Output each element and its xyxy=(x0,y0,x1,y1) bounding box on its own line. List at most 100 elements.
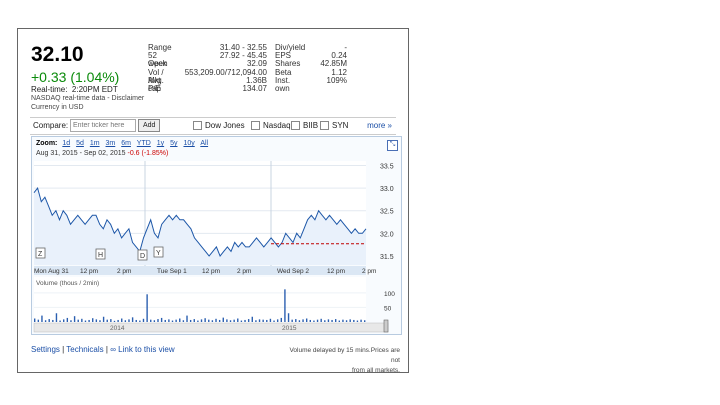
settings-link[interactable]: Settings xyxy=(31,345,60,354)
volume-bar xyxy=(229,320,232,322)
stat-value: 134.07 xyxy=(242,83,267,93)
realtime-info: Real-time: 2:20PM EDT NASDAQ real-time d… xyxy=(31,85,144,112)
ticker-input[interactable] xyxy=(70,119,136,132)
y-tick-label: 33.5 xyxy=(380,164,394,171)
volume-bar xyxy=(208,319,210,322)
checkbox-icon[interactable] xyxy=(320,121,329,131)
y-tick-label: 32.5 xyxy=(380,209,394,216)
volume-bar xyxy=(128,319,130,322)
volume-bar xyxy=(102,316,105,322)
price-change: +0.33 (1.04%) xyxy=(31,69,120,85)
volume-bar xyxy=(222,317,224,322)
y-tick-label: 31.5 xyxy=(380,254,394,261)
volume-bar xyxy=(280,317,282,322)
x-tick-label: 2 pm xyxy=(237,268,251,275)
volume-bar xyxy=(168,319,170,322)
x-tick-label: 12 pm xyxy=(202,268,220,275)
volume-bar xyxy=(345,320,348,322)
volume-bar xyxy=(70,320,72,322)
volume-bar xyxy=(131,317,134,322)
volume-bar xyxy=(135,319,137,322)
volume-delay-note: Volume delayed by 15 mins.Prices are not… xyxy=(289,347,400,374)
link-to-view[interactable]: Link to this view xyxy=(118,345,174,354)
volume-bar xyxy=(92,318,94,322)
volume-bar xyxy=(34,318,36,322)
volume-bar xyxy=(106,319,108,322)
more-link[interactable]: more » xyxy=(367,121,392,130)
technicals-link[interactable]: Technicals xyxy=(66,345,103,354)
volume-bar xyxy=(142,318,145,322)
volume-bar xyxy=(63,319,65,322)
volume-bar xyxy=(211,320,214,322)
volume-bar xyxy=(171,320,174,322)
event-marker-label: D xyxy=(140,253,145,260)
volume-bar xyxy=(226,319,228,322)
volume-bar xyxy=(218,319,221,322)
finance-quote-panel: 32.10 +0.33 (1.04%) Real-time: 2:20PM ED… xyxy=(17,28,409,374)
add-button[interactable]: Add xyxy=(138,119,161,132)
compare-nasdaq-checkbox[interactable]: Nasdaq xyxy=(251,121,291,131)
checkbox-icon[interactable] xyxy=(251,121,260,131)
timeline-navigator xyxy=(33,322,389,333)
volume-bar xyxy=(364,320,366,322)
volume-bar xyxy=(338,320,341,322)
volume-bar xyxy=(324,320,326,322)
y-tick-label: 33.0 xyxy=(380,186,394,193)
x-tick-label: 12 pm xyxy=(80,268,98,275)
volume-bar xyxy=(262,319,264,322)
x-tick-label: Wed Sep 2 xyxy=(277,268,309,275)
volume-bar xyxy=(291,319,293,322)
volume-bar xyxy=(48,319,50,322)
volume-bar xyxy=(244,319,246,322)
volume-bar xyxy=(193,319,195,322)
x-tick-label: 2 pm xyxy=(362,268,376,275)
volume-bar xyxy=(157,319,159,322)
compare-biib-checkbox[interactable]: BIIB xyxy=(291,121,318,131)
volume-bar xyxy=(273,320,275,322)
footer-separator: | xyxy=(62,345,65,354)
x-tick-label: 2 pm xyxy=(117,268,131,275)
x-tick-label: Mon Aug 31 xyxy=(34,268,69,275)
volume-bar xyxy=(255,320,257,322)
volume-bar xyxy=(186,315,188,322)
volume-bar xyxy=(95,319,98,322)
volume-bar xyxy=(182,320,185,322)
volume-bar xyxy=(302,319,304,322)
volume-bar xyxy=(240,320,243,322)
volume-bar xyxy=(66,317,69,322)
volume-bar xyxy=(353,319,355,322)
timeline-label: 2014 xyxy=(110,325,125,332)
checkbox-icon[interactable] xyxy=(193,121,202,131)
x-tick-label: 12 pm xyxy=(327,268,345,275)
link-icon[interactable]: ∞ xyxy=(110,345,116,354)
volume-bar xyxy=(258,319,261,322)
volume-bar xyxy=(360,319,362,322)
volume-bar xyxy=(200,319,203,322)
volume-bar xyxy=(320,318,322,322)
volume-bar xyxy=(287,313,290,322)
volume-label: Volume (thous / 2min) xyxy=(36,280,99,287)
compare-dow-jones-checkbox[interactable]: Dow Jones xyxy=(193,121,245,131)
volume-tick-label: 50 xyxy=(384,305,392,312)
volume-bar xyxy=(117,319,119,322)
volume-bar xyxy=(342,319,344,322)
volume-bar xyxy=(356,320,359,322)
volume-bar xyxy=(331,319,333,322)
y-tick-label: 32.0 xyxy=(380,231,394,238)
volume-bar xyxy=(189,319,192,322)
compare-bar: Compare: Add Dow Jones Nasdaq BIIB SYN m… xyxy=(30,117,396,135)
volume-bar xyxy=(349,319,351,322)
compare-syn-checkbox[interactable]: SYN xyxy=(320,121,348,131)
price-volume-svg[interactable]: 33.5 33.0 32.5 32.0 31.5 Z H D Y Mon Aug 31 12 pm 2… xyxy=(32,137,401,334)
footer-separator: | xyxy=(105,345,108,354)
volume-bar xyxy=(175,319,177,322)
volume-bar xyxy=(295,319,297,322)
checkbox-icon[interactable] xyxy=(291,121,300,131)
volume-bar xyxy=(81,318,83,322)
volume-bar xyxy=(99,320,101,322)
volume-tick-label: 100 xyxy=(384,291,395,298)
volume-bar xyxy=(266,319,268,322)
event-marker-label: Y xyxy=(156,250,161,257)
volume-bar xyxy=(305,318,308,322)
volume-bar xyxy=(233,319,235,322)
